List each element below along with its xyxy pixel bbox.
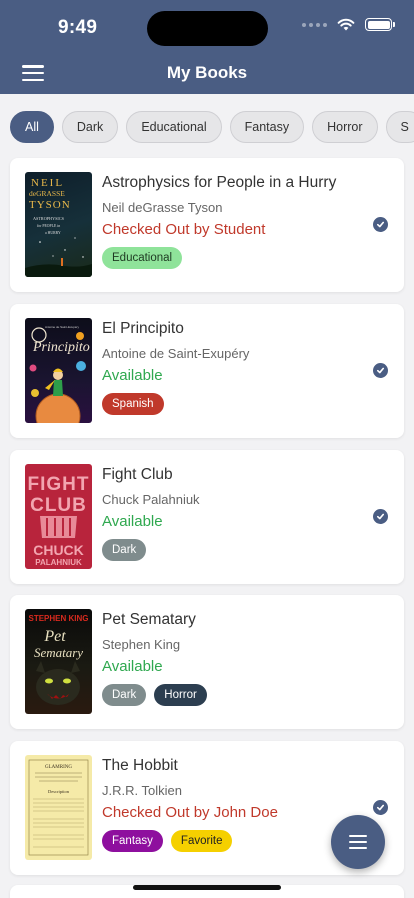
book-cover: Antoine de Saint-Exupéry Principito xyxy=(25,318,92,423)
battery-icon xyxy=(365,18,395,31)
tag-horror: Horror xyxy=(154,684,207,706)
book-info: Fight Club Chuck Palahniuk Available Dar… xyxy=(102,464,200,561)
book-author: Chuck Palahniuk xyxy=(102,492,200,507)
tag-spanish: Spanish xyxy=(102,393,164,415)
book-info: Pet Sematary Stephen King Available Dark… xyxy=(102,609,207,706)
chip-horror[interactable]: Horror xyxy=(312,111,378,143)
filter-chips: All Dark Educational Fantasy Horror S xyxy=(10,111,414,143)
book-status: Available xyxy=(102,658,163,675)
book-title: Astrophysics for People in a Hurry xyxy=(102,174,337,191)
svg-text:GLAMRING: GLAMRING xyxy=(45,765,72,770)
svg-text:CHUCK: CHUCK xyxy=(33,542,84,558)
svg-text:CLUB: CLUB xyxy=(30,495,87,516)
book-status: Checked Out by John Doe xyxy=(102,804,278,821)
book-card[interactable]: FIGHT CLUB CHUCK PALAHNIUK Fight Club Ch… xyxy=(10,450,404,584)
tag-dark: Dark xyxy=(102,539,147,561)
svg-text:FIGHT: FIGHT xyxy=(28,474,90,495)
book-author: Antoine de Saint-Exupéry xyxy=(102,346,250,361)
chip-educational[interactable]: Educational xyxy=(126,111,222,143)
svg-text:Sematary: Sematary xyxy=(34,645,83,660)
book-title: Fight Club xyxy=(102,466,173,483)
tag-fantasy: Fantasy xyxy=(102,830,163,852)
svg-text:for PEOPLE in: for PEOPLE in xyxy=(37,224,60,228)
book-author: Neil deGrasse Tyson xyxy=(102,200,223,215)
book-cover: FIGHT CLUB CHUCK PALAHNIUK xyxy=(25,464,92,569)
chip-partial[interactable]: S xyxy=(385,111,414,143)
svg-text:NEIL: NEIL xyxy=(31,177,64,189)
app-header: 9:49 My Books xyxy=(0,0,414,94)
page-title: My Books xyxy=(166,63,248,82)
book-author: J.R.R. Tolkien xyxy=(102,783,182,798)
status-icons xyxy=(302,18,395,31)
book-title: The Hobbit xyxy=(102,757,178,774)
book-info: Astrophysics for People in a Hurry Neil … xyxy=(102,172,336,269)
dynamic-island xyxy=(147,11,268,46)
chip-all[interactable]: All xyxy=(10,111,54,143)
tag-educational: Educational xyxy=(102,247,183,269)
book-status: Checked Out by Student xyxy=(102,221,266,238)
check-icon xyxy=(373,217,388,232)
book-cover: NEIL deGRASSE TYSON ASTROPHYSICS for PEO… xyxy=(25,172,92,277)
status-time: 9:49 xyxy=(58,17,98,38)
home-indicator xyxy=(133,885,281,890)
check-icon xyxy=(373,800,388,815)
tag-dark: Dark xyxy=(102,684,147,706)
book-status: Available xyxy=(102,513,163,530)
book-author: Stephen King xyxy=(102,637,181,652)
svg-text:Pet: Pet xyxy=(43,628,66,645)
chip-fantasy[interactable]: Fantasy xyxy=(229,111,305,143)
svg-text:deGRASSE: deGRASSE xyxy=(29,189,65,198)
book-cover: STEPHEN KING Pet Sematary xyxy=(25,609,92,714)
svg-text:Antoine de Saint-Exupéry: Antoine de Saint-Exupéry xyxy=(45,325,80,329)
svg-text:a HURRY: a HURRY xyxy=(45,231,61,235)
svg-text:TYSON: TYSON xyxy=(29,199,71,211)
svg-text:Description: Description xyxy=(48,789,70,794)
check-icon xyxy=(373,363,388,378)
book-info: El Principito Antoine de Saint-Exupéry A… xyxy=(102,318,249,415)
book-status: Available xyxy=(102,367,163,384)
chip-dark[interactable]: Dark xyxy=(61,111,119,143)
menu-fab-button[interactable] xyxy=(331,815,385,869)
book-cover: GLAMRING Description xyxy=(25,755,92,860)
svg-text:ASTROPHYSICS: ASTROPHYSICS xyxy=(33,216,65,221)
book-card[interactable]: STEPHEN KING Pet Sematary Pet Sematary S… xyxy=(10,595,404,729)
book-card[interactable]: NEIL deGRASSE TYSON ASTROPHYSICS for PEO… xyxy=(10,158,404,292)
svg-text:PALAHNIUK: PALAHNIUK xyxy=(35,558,82,567)
tag-favorite: Favorite xyxy=(170,830,233,852)
cellular-signal-icon xyxy=(302,22,327,27)
book-title: Pet Sematary xyxy=(102,611,196,628)
check-icon xyxy=(373,509,388,524)
book-title: El Principito xyxy=(102,320,184,337)
svg-text:STEPHEN KING: STEPHEN KING xyxy=(28,614,88,623)
book-info: The Hobbit J.R.R. Tolkien Checked Out by… xyxy=(102,755,278,852)
wifi-icon xyxy=(337,18,355,31)
book-card[interactable]: Antoine de Saint-Exupéry Principito El P… xyxy=(10,304,404,438)
